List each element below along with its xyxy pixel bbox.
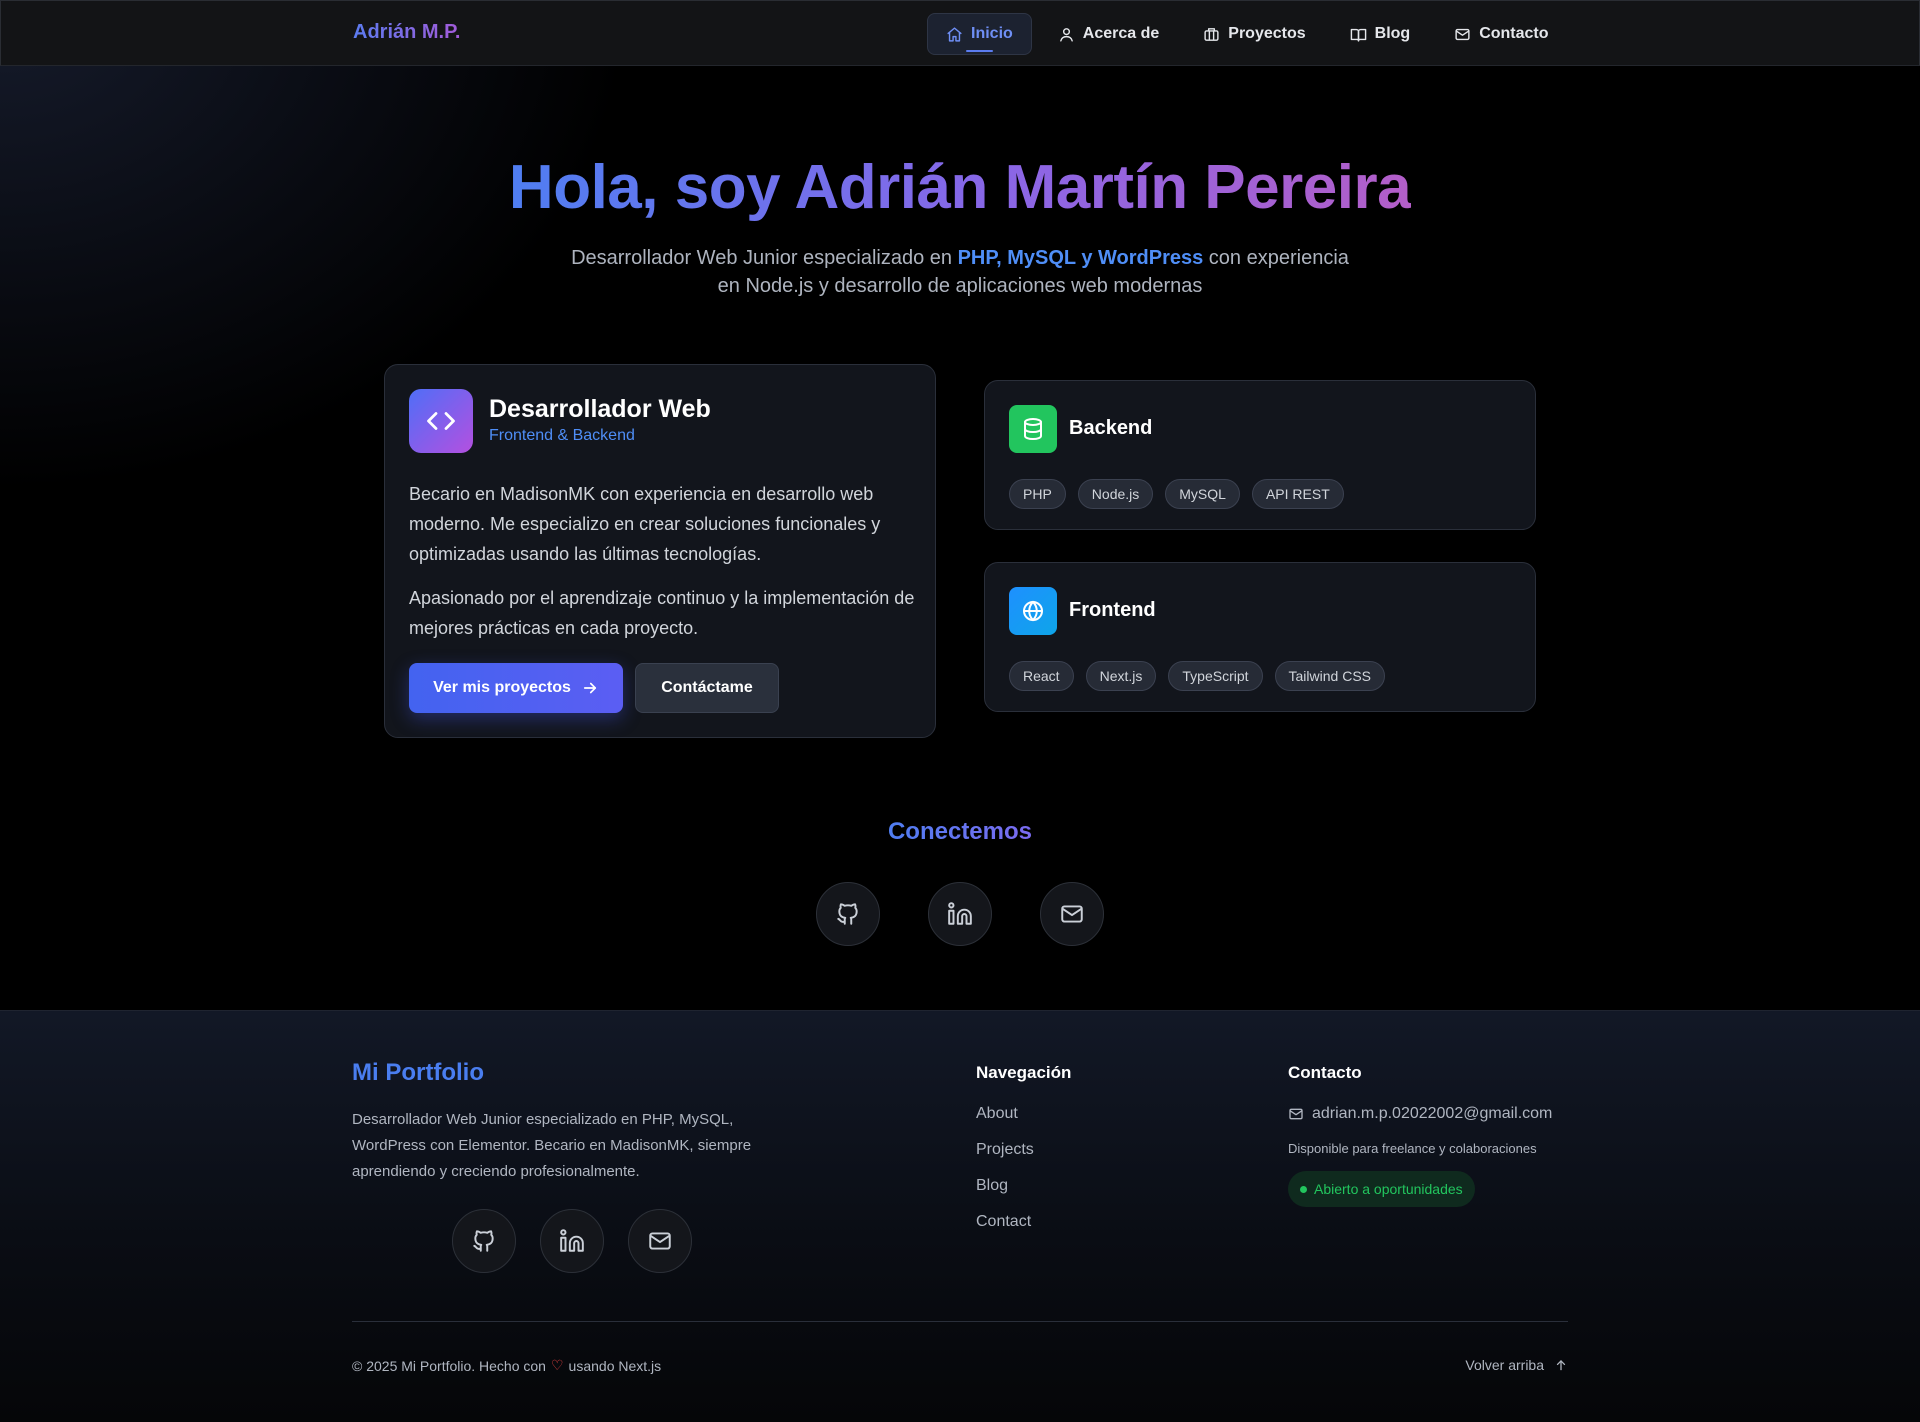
footer-github-link[interactable] [452,1209,516,1273]
footer-link-blog[interactable]: Blog [976,1177,1008,1195]
copyright-post: usando Next.js [568,1357,662,1374]
linkedin-icon [560,1229,584,1252]
backend-pills: PHP Node.js MySQL API REST [1009,479,1344,509]
skill-pill: TypeScript [1168,661,1263,691]
status-badge: Abierto a oportunidades [1288,1171,1475,1207]
mail-icon [1289,1108,1303,1120]
connect-title-text: Conectemos [887,818,1033,845]
back-to-top-label: Volver arriba [1465,1357,1544,1373]
skill-pill: Node.js [1077,479,1154,509]
backend-card-title: Backend [1069,417,1153,439]
copyright-pre: © 2025 Mi Portfolio. Hecho con [352,1357,546,1374]
hero-title-text: Hola, soy Adrián Martín Pereira [508,153,1412,222]
github-icon [837,903,858,925]
footer: Mi Portfolio Desarrollador Web Junior es… [0,1010,1920,1422]
hero-subtitle: Desarrollador Web Junior especializado e… [560,244,1360,300]
nav-item-label: Contacto [1479,25,1549,42]
linkedin-link[interactable] [928,882,992,946]
backend-badge [1009,405,1057,453]
nav-item-label: Inicio [971,25,1013,42]
view-projects-label: Ver mis proyectos [433,679,571,696]
code-badge [409,389,473,453]
developer-card-title: Desarrollador Web [489,395,711,423]
view-projects-button[interactable]: Ver mis proyectos [409,663,623,713]
nav-item-label: Blog [1374,25,1411,42]
developer-card-paragraph: Becario en MadisonMK con experiencia en … [409,484,881,564]
mail-icon [649,1232,671,1250]
briefcase-icon [1204,27,1219,41]
arrow-up-icon [1556,1360,1566,1371]
contact-me-label: Contáctame [661,679,753,696]
nav-item-label: Acerca de [1082,25,1160,42]
top-navbar: Adrián M.P. Inicio Acerca de Proyectos B… [0,0,1920,66]
nav-item-contacto[interactable]: Contacto [1436,13,1566,55]
arrow-right-icon [583,682,596,694]
backend-card: Backend PHP Node.js MySQL API REST [984,380,1536,530]
skill-pill: Next.js [1085,661,1157,691]
skill-pill: React [1009,661,1074,691]
frontend-badge [1009,587,1057,635]
nav-item-label: Proyectos [1228,25,1306,42]
skill-pill: API REST [1251,479,1344,509]
mail-icon [1061,905,1083,923]
nav-links: Inicio Acerca de Proyectos Blog Contacto [927,13,1575,55]
book-icon [1350,28,1366,42]
footer-link-contact[interactable]: Contact [976,1213,1031,1231]
footer-email-text: adrian.m.p.02022002@gmail.com [1312,1105,1553,1122]
contact-me-button[interactable]: Contáctame [635,663,779,713]
footer-email-link[interactable] [628,1209,692,1273]
connect-title: Conectemos [0,818,1920,846]
footer-linkedin-link[interactable] [540,1209,604,1273]
linkedin-icon [948,902,972,925]
hero-title: Hola, soy Adrián Martín Pereira [0,152,1920,223]
footer-link-about[interactable]: About [976,1105,1018,1123]
frontend-pills: React Next.js TypeScript Tailwind CSS [1009,661,1385,691]
mail-icon [1455,28,1470,40]
database-icon [1024,418,1042,441]
home-icon [947,26,962,42]
brand-logo[interactable]: Adrián M.P. [353,21,460,44]
developer-card-paragraph: Apasionado por el aprendizaje continuo y… [409,588,915,638]
skill-pill: Tailwind CSS [1274,661,1385,691]
skill-pill: MySQL [1165,479,1240,509]
footer-brand: Mi Portfolio [352,1059,484,1086]
email-link[interactable] [1040,882,1104,946]
footer-nav-title: Navegación [976,1063,1072,1082]
developer-card: Desarrollador Web Frontend & Backend Bec… [384,364,936,738]
developer-card-tag: Frontend & Backend [489,427,635,444]
hero-subtitle-highlight: PHP, MySQL y WordPress [957,247,1204,269]
skill-pill: PHP [1009,479,1066,509]
nav-item-acerca[interactable]: Acerca de [1040,13,1178,55]
heart-icon: ♡ [550,1357,564,1373]
footer-divider [352,1321,1568,1322]
footer-availability: Disponible para freelance y colaboracion… [1288,1141,1537,1156]
user-icon [1059,27,1073,42]
hero-subtitle-pre: Desarrollador Web Junior especializado e… [571,247,958,269]
footer-contact-title: Contacto [1288,1063,1362,1082]
github-icon [473,1230,494,1252]
globe-icon [1023,600,1043,622]
nav-item-proyectos[interactable]: Proyectos [1185,13,1323,55]
footer-email[interactable]: adrian.m.p.02022002@gmail.com [1288,1105,1552,1123]
footer-description: Desarrollador Web Junior especializado e… [352,1111,752,1180]
footer-link-projects[interactable]: Projects [976,1141,1034,1159]
github-link[interactable] [816,882,880,946]
frontend-card-title: Frontend [1069,599,1156,621]
nav-item-blog[interactable]: Blog [1332,13,1429,55]
back-to-top-link[interactable]: Volver arriba [1465,1357,1568,1373]
nav-item-inicio[interactable]: Inicio [927,13,1032,55]
footer-copyright: © 2025 Mi Portfolio. Hecho con ♡ usando … [352,1357,661,1374]
frontend-card: Frontend React Next.js TypeScript Tailwi… [984,562,1536,712]
code-icon [427,412,455,430]
